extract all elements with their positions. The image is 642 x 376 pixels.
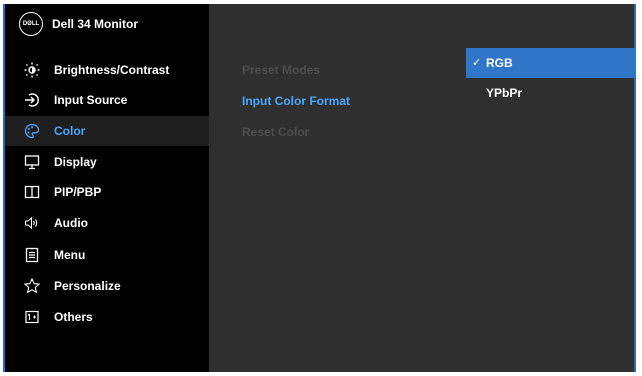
menu-label-others: Others — [54, 310, 93, 324]
menu-label-pip-pbp: PIP/PBP — [54, 185, 102, 199]
sidebar: DØLL Dell 34 Monitor Brightness/Contrast… — [5, 4, 209, 372]
brightness-icon — [24, 62, 40, 78]
input-source-icon — [24, 92, 40, 108]
menu-label-color: Color — [54, 124, 86, 138]
pip-pbp-icon — [24, 184, 40, 200]
content-panel: Preset Modes Input Color Format Reset Co… — [209, 4, 636, 372]
submenu-preset-modes[interactable]: Preset Modes — [242, 63, 320, 77]
submenu-reset-color[interactable]: Reset Color — [242, 125, 309, 139]
star-icon — [24, 278, 40, 294]
menu-label-menu: Menu — [54, 248, 86, 262]
menu-label-audio: Audio — [54, 216, 88, 230]
menu-doc-icon — [24, 247, 40, 263]
header: DØLL Dell 34 Monitor — [5, 4, 209, 44]
menu-item-pip-pbp[interactable]: PIP/PBP — [5, 177, 209, 207]
others-icon — [24, 309, 40, 325]
menu-item-personalize[interactable]: Personalize — [5, 271, 209, 301]
display-icon — [24, 154, 40, 170]
menu-label-display: Display — [54, 155, 97, 169]
monitor-title: Dell 34 Monitor — [52, 17, 139, 31]
color-palette-icon — [24, 123, 40, 139]
submenu-input-color-format[interactable]: Input Color Format — [242, 94, 350, 108]
monitor-osd: DØLL Dell 34 Monitor Brightness/Contrast… — [3, 4, 636, 372]
menu-item-menu[interactable]: Menu — [5, 240, 209, 270]
menu-item-audio[interactable]: Audio — [5, 208, 209, 238]
menu-item-color[interactable]: Color — [5, 116, 209, 146]
checkmark-icon: ✓ — [472, 57, 482, 69]
menu-item-others[interactable]: Others — [5, 302, 209, 332]
option-rgb[interactable]: ✓ RGB — [466, 48, 636, 78]
speaker-icon — [24, 215, 40, 231]
menu-label-brightness-contrast: Brightness/Contrast — [54, 63, 170, 77]
menu-item-brightness-contrast[interactable]: Brightness/Contrast — [5, 55, 209, 85]
menu-item-display[interactable]: Display — [5, 147, 209, 177]
option-label-rgb: RGB — [486, 56, 513, 70]
menu-label-personalize: Personalize — [54, 279, 121, 293]
option-label-ypbpr: YPbPr — [486, 86, 523, 100]
dell-logo: DØLL — [19, 12, 43, 36]
option-ypbpr[interactable]: YPbPr — [466, 78, 636, 108]
menu-item-input-source[interactable]: Input Source — [5, 85, 209, 115]
menu-label-input-source: Input Source — [54, 93, 128, 107]
screenshot-frame: DØLL Dell 34 Monitor Brightness/Contrast… — [0, 0, 642, 376]
